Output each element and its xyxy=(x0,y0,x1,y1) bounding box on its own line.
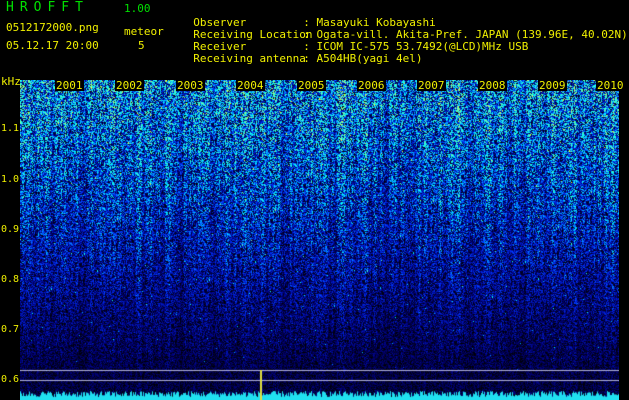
freq-tick-label: 0.6 xyxy=(1,374,20,385)
minute-label: 2010 xyxy=(596,79,625,92)
minute-label: 2004 xyxy=(236,79,265,92)
freq-tick-label: 1.0 xyxy=(1,174,20,185)
info-label: Receiving antenna xyxy=(193,52,306,65)
app-version: 1.00 xyxy=(124,2,151,15)
datetime-label: 05.12.17 20:00 xyxy=(6,39,99,52)
freq-tick-label: 0.9 xyxy=(1,224,20,235)
filename-label: 0512172000.png xyxy=(6,21,99,34)
frequency-unit-label: kHz xyxy=(1,75,21,88)
info-value: : A504HB(yagi 4el) xyxy=(303,52,423,65)
minute-label: 2005 xyxy=(297,79,326,92)
info-row-antenna: Receiving antenna: A504HB(yagi 4el) xyxy=(180,41,422,65)
minute-label: 2009 xyxy=(538,79,567,92)
mode-label: meteor xyxy=(124,25,164,38)
minute-label: 2001 xyxy=(55,79,84,92)
freq-tick-label: 1.1 xyxy=(1,123,20,134)
minute-label: 2007 xyxy=(417,79,446,92)
meteor-count: 5 xyxy=(138,39,145,52)
app-title: HROFFT xyxy=(6,0,89,15)
minute-label: 2002 xyxy=(115,79,144,92)
minute-label: 2008 xyxy=(478,79,507,92)
minute-label: 2006 xyxy=(357,79,386,92)
freq-tick-label: 0.7 xyxy=(1,324,20,335)
freq-tick-label: 0.8 xyxy=(1,274,20,285)
minute-label: 2003 xyxy=(176,79,205,92)
spectrogram xyxy=(20,80,619,400)
